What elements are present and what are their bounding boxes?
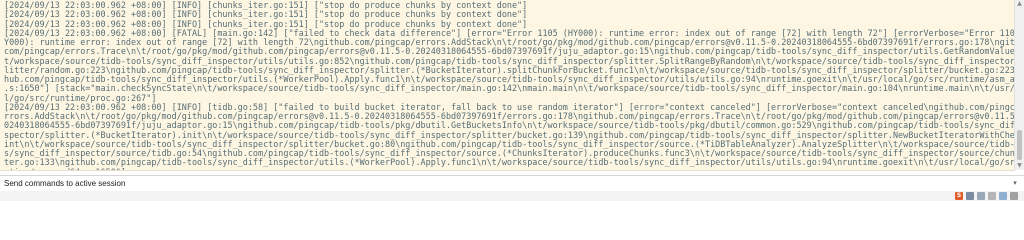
chevron-down-icon[interactable]: ▾ [1010, 178, 1020, 188]
terminal-line: [2024/09/13 22:03:00.962 +08:00] [INFO] … [4, 10, 528, 20]
terminal-line: .s:1650"] [stack="main.checkSyncState\n\… [4, 84, 1015, 94]
terminal-line: [2024/09/13 22:03:00.962 +08:00] [FATAL]… [4, 28, 1015, 38]
status-bar: S [0, 191, 1024, 201]
tray-icon[interactable] [999, 192, 1007, 200]
send-command-bar[interactable]: Send commands to active session ▾ [0, 175, 1024, 192]
terminal-line: hub.com/pingcap/tidb-tools/sync_diff_ins… [4, 75, 1015, 84]
terminal-line: int\n\t/workspace/source/tidb-tools/sync… [4, 139, 1015, 149]
terminal-line: com/pingcap/errors.Trace\n\t/root/go/pkg… [4, 47, 1015, 57]
tray-icon[interactable] [1010, 192, 1018, 200]
terminal-app: [2024/09/13 22:03:00.962 +08:00] [INFO] … [0, 0, 1024, 201]
vertical-scrollbar[interactable]: ▲ ▼ [1014, 0, 1024, 170]
terminal-line: spector/splitter.(*BucketIterator).init\… [4, 130, 1015, 140]
scroll-down-arrow-icon[interactable]: ▼ [1016, 162, 1023, 170]
terminal-line: ntime/asm_amd64.s:1650"] [4, 168, 1015, 171]
tray-icon[interactable] [988, 192, 996, 200]
terminal-line: [2024/09/13 22:03:00.962 +08:00] [INFO] … [4, 102, 1015, 112]
system-tray: S [955, 191, 1018, 201]
scroll-thumb[interactable] [1017, 130, 1022, 160]
tray-icon[interactable] [977, 192, 985, 200]
tray-icon[interactable] [966, 192, 974, 200]
terminal-line: [2024/09/13 22:03:00.962 +08:00] [INFO] … [4, 19, 528, 29]
ime-icon[interactable]: S [955, 192, 963, 200]
terminal-line: 0240318064555-6bd07397691f/juju_adaptor.… [4, 121, 1015, 131]
terminal-line: [2024/09/13 22:03:00.962 +08:00] [INFO] … [4, 1, 528, 10]
terminal-line: Y000): runtime error: index out of range… [4, 38, 1015, 47]
terminal-line: s/sync_diff_inspector/source/tidb.go:54\… [4, 149, 1015, 158]
terminal-line: litter/random.go:223\ngithub.com/pingcap… [4, 65, 1015, 75]
terminal-line: rrors.AddStack\n\t/root/go/pkg/mod/githu… [4, 112, 1015, 121]
scroll-up-arrow-icon[interactable]: ▲ [1016, 0, 1023, 8]
terminal-lines: [2024/09/13 22:03:00.962 +08:00] [INFO] … [0, 0, 1015, 171]
terminal-line: ter.go:133\ngithub.com/pingcap/tidb-tool… [4, 158, 1015, 168]
terminal-output[interactable]: [2024/09/13 22:03:00.962 +08:00] [INFO] … [0, 0, 1015, 171]
terminal-line: t/workspace/source/tidb-tools/sync_diff_… [4, 56, 1015, 66]
terminal-line: l/go/src/runtime/proc.go:267"] [4, 93, 157, 103]
send-command-input[interactable]: Send commands to active session [4, 176, 125, 191]
